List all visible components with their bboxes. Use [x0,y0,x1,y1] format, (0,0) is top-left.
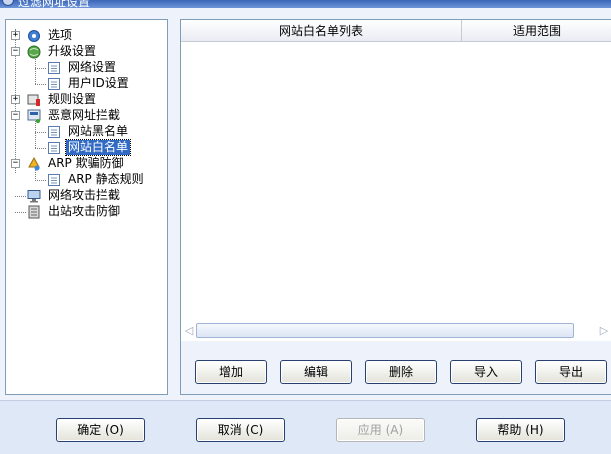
column-header-scope[interactable]: 适用范围 [462,20,611,42]
tree-item-label: 选项 [48,28,73,42]
arp-icon [28,157,40,171]
tree-item-label: ARP 欺骗防御 [48,156,124,170]
tree-item-label: 用户ID设置 [68,76,129,90]
tree-item-label: ARP 静态规则 [68,172,144,186]
scroll-thumb[interactable] [196,323,574,338]
tree-guide-line [35,132,46,133]
delete-button[interactable]: 删除 [365,360,437,384]
whitelist-listview[interactable]: 网站白名单列表 适用范围 ◁ ▷ [181,20,611,341]
dialog-button-bar: 确定 (O) 取消 (C) 应用 (A) 帮助 (H) [0,400,611,454]
tree-item-label: 网站黑名单 [68,124,129,138]
page-icon [48,174,60,186]
tree-item-label: 出站攻击防御 [48,204,121,218]
export-button[interactable]: 导出 [535,360,607,384]
column-header-whitelist[interactable]: 网站白名单列表 [181,20,462,42]
scroll-right-icon[interactable]: ▷ [599,324,609,338]
tree-item-label: 恶意网址拦截 [48,108,121,122]
tree-item-label: 规则设置 [48,92,97,106]
globe-icon [27,45,41,59]
tree-item-label: 升级设置 [48,44,97,58]
page-icon [48,78,60,90]
blocker-icon [27,109,41,123]
server-icon [28,205,40,219]
ok-button[interactable]: 确定 (O) [56,418,145,442]
tree-guide-line [35,68,46,69]
tree-guide-line [15,196,26,197]
app-icon [2,0,14,6]
tree-guide-line [35,148,46,149]
collapse-toggle-arp[interactable]: − [11,159,20,168]
tree-guide-line [35,84,46,85]
rules-icon [27,94,40,106]
scroll-left-icon[interactable]: ◁ [184,324,194,338]
help-button[interactable]: 帮助 (H) [476,418,565,442]
edit-button[interactable]: 编辑 [280,360,352,384]
expand-toggle-options[interactable]: + [11,31,20,40]
horizontal-scrollbar[interactable]: ◁ ▷ [181,321,611,341]
collapse-toggle-upgrade[interactable]: − [11,47,20,56]
page-icon [48,62,60,74]
dialog-body: + − + − − 选项 升级设置 网络设置 用户ID设置 规则设置 恶意网址拦… [0,8,611,400]
page-icon [48,142,60,154]
tree-item-label: 网络设置 [68,60,117,74]
import-button[interactable]: 导入 [450,360,522,384]
settings-tree[interactable]: + − + − − 选项 升级设置 网络设置 用户ID设置 规则设置 恶意网址拦… [5,19,168,395]
collapse-toggle-malicious[interactable]: − [11,111,20,120]
gear-icon [28,30,40,42]
add-button[interactable]: 增加 [195,360,267,384]
expand-toggle-rules[interactable]: + [11,95,20,104]
window-title: 过滤网址设置 [18,0,91,8]
tree-guide-line [15,212,26,213]
tree-item-label: 网络攻击拦截 [48,188,121,202]
monitor-icon [27,190,41,203]
apply-button[interactable]: 应用 (A) [336,418,425,442]
title-bar: 过滤网址设置 [0,0,611,8]
page-icon [48,126,60,138]
tree-guide-line [35,180,46,181]
cancel-button[interactable]: 取消 (C) [196,418,285,442]
whitelist-panel: 网站白名单列表 适用范围 ◁ ▷ 增加 编辑 删除 导入 导出 [180,19,611,395]
tree-item-label: 网站白名单 [64,139,132,156]
